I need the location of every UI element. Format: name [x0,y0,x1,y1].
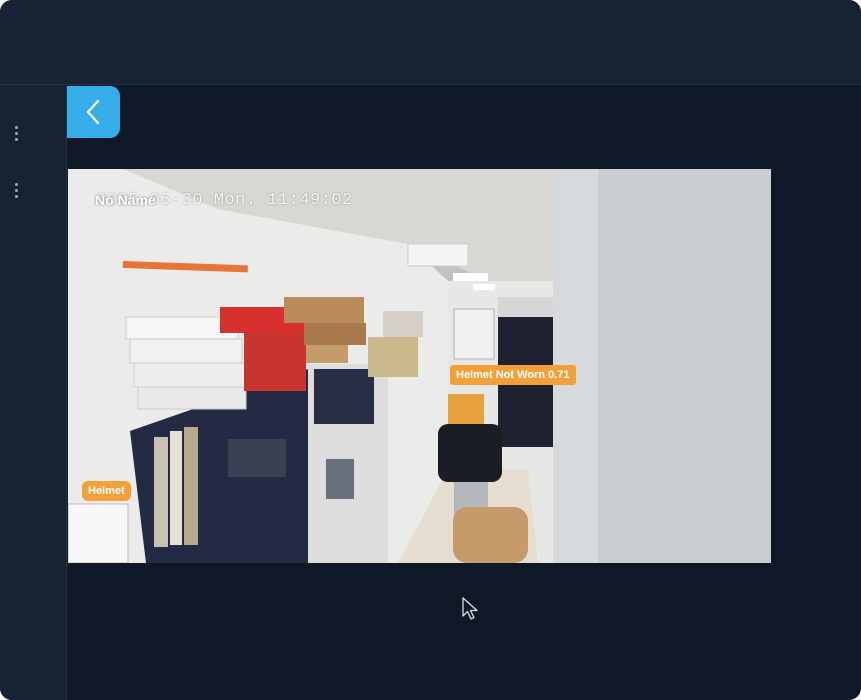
camera-scene-image [68,169,771,563]
chevron-left-icon [86,99,100,125]
top-bar [0,0,861,85]
kebab-menu-icon[interactable] [8,180,24,200]
mouse-cursor-icon [462,597,478,620]
sidebar [0,85,67,700]
back-button[interactable] [67,86,120,138]
detection-label-helmet: Helmet [82,481,131,501]
camera-name: No Name [95,192,156,208]
app-window: 2025-06-30 Mon. 11:49:02 No Name Helmet … [0,0,861,700]
detection-label-helmet-not-worn: Helmet Not Worn 0.71 [450,365,576,385]
kebab-menu-icon[interactable] [8,123,24,143]
camera-feed[interactable] [68,169,771,563]
